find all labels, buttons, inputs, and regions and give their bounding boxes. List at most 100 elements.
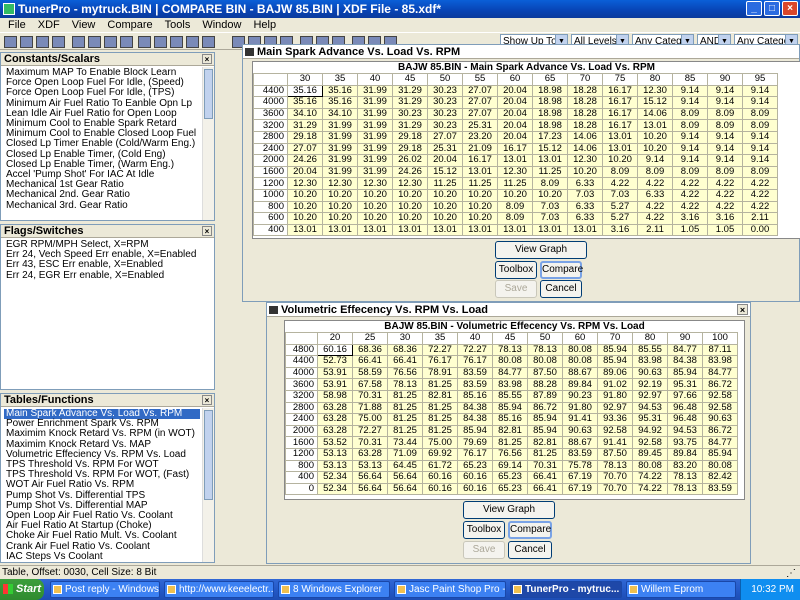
table-cell[interactable]: 70.31 [352,436,388,449]
table-cell[interactable]: 8.09 [672,119,708,132]
save-file-icon[interactable] [36,36,49,48]
table-cell[interactable]: 9.14 [672,84,708,98]
table-cell[interactable]: 71.88 [352,401,388,415]
table-cell[interactable]: 18.28 [567,107,603,121]
table-cell[interactable]: 86.72 [702,424,738,438]
table-cell[interactable]: 25.31 [427,142,463,156]
table-cell[interactable]: 9.14 [637,154,673,167]
ve-save-button[interactable]: Save [463,541,505,559]
table-cell[interactable]: 18.28 [567,119,603,132]
table-cell[interactable]: 83.20 [667,459,703,473]
table-cell[interactable]: 85.94 [597,355,633,368]
table-cell[interactable]: 91.41 [562,413,598,426]
table-cell[interactable]: 70.70 [597,482,633,496]
table-cell[interactable]: 35.16 [322,84,358,98]
table-cell[interactable]: 83.98 [702,355,738,368]
table-cell[interactable]: 87.50 [527,366,563,380]
table-cell[interactable]: 78.13 [597,459,633,473]
menu-xdf[interactable]: XDF [32,18,66,32]
table-cell[interactable]: 9.14 [672,96,708,109]
table-cell[interactable]: 88.67 [562,366,598,380]
table-cell[interactable]: 13.01 [637,119,673,132]
table-cell[interactable]: 60.16 [457,482,493,496]
table-cell[interactable]: 63.28 [317,424,353,438]
table-cell[interactable]: 81.25 [387,401,423,415]
table-cell[interactable]: 56.64 [387,482,423,496]
table-cell[interactable]: 9.14 [707,130,743,144]
table-cell[interactable]: 65.23 [492,482,528,496]
table-cell[interactable]: 63.28 [317,401,353,415]
table-cell[interactable]: 20.04 [497,96,533,109]
table-cell[interactable]: 92.58 [597,424,633,438]
table-cell[interactable]: 88.28 [527,378,563,391]
table-cell[interactable]: 31.99 [322,119,358,132]
table-cell[interactable]: 85.94 [492,401,528,415]
table-cell[interactable]: 20.04 [497,130,533,144]
open-file-icon[interactable] [20,36,33,48]
spark-save-button[interactable]: Save [495,280,537,298]
table-cell[interactable]: 10.20 [462,188,498,202]
table-cell[interactable]: 66.41 [527,482,563,496]
table-cell[interactable]: 81.25 [422,401,458,415]
table-cell[interactable]: 78.13 [387,378,423,391]
table-cell[interactable]: 68.36 [352,343,388,357]
ve-cancel-button[interactable]: Cancel [508,541,552,559]
table-cell[interactable]: 4.22 [672,188,708,202]
table-cell[interactable]: 31.99 [322,130,358,144]
table-cell[interactable]: 31.99 [357,165,393,179]
table-cell[interactable]: 7.03 [532,212,568,225]
table-cell[interactable]: 30.23 [392,107,428,121]
table-cell[interactable]: 64.45 [387,459,423,473]
table-cell[interactable]: 58.98 [317,389,353,403]
table-cell[interactable]: 4.22 [637,212,673,225]
table-cell[interactable]: 80.08 [562,355,598,368]
table-cell[interactable]: 16.17 [602,84,638,98]
minimize-button[interactable]: _ [746,1,762,16]
table-cell[interactable]: 20.04 [427,154,463,167]
add-function-icon[interactable] [202,36,215,48]
table-cell[interactable]: 8.09 [672,165,708,179]
table-cell[interactable]: 12.30 [637,84,673,98]
table-cell[interactable]: 34.10 [322,107,358,121]
table-cell[interactable]: 35.16 [287,96,323,109]
table-cell[interactable]: 13.01 [532,223,568,237]
table-cell[interactable]: 75.00 [422,436,458,449]
table-cell[interactable]: 81.25 [387,413,423,426]
table-cell[interactable]: 13.01 [462,223,498,237]
table-cell[interactable]: 91.02 [597,378,633,391]
table-cell[interactable]: 67.19 [562,482,598,496]
table-cell[interactable]: 9.14 [742,130,778,144]
table-cell[interactable]: 75.00 [352,413,388,426]
table-cell[interactable]: 31.99 [322,142,358,156]
table-cell[interactable]: 9.14 [672,130,708,144]
spark-cancel-button[interactable]: Cancel [540,280,582,298]
table-cell[interactable]: 80.08 [562,343,598,357]
table-cell[interactable]: 16.17 [462,154,498,167]
table-cell[interactable]: 88.67 [562,436,598,449]
table-cell[interactable]: 18.28 [567,96,603,109]
table-cell[interactable]: 72.27 [422,343,458,357]
table-cell[interactable]: 69.14 [492,459,528,473]
table-cell[interactable]: 80.08 [527,355,563,368]
table-cell[interactable]: 30.23 [427,84,463,98]
spark-view-graph-button[interactable]: View Graph [495,241,587,259]
table-cell[interactable]: 60.16 [422,482,458,496]
table-cell[interactable]: 66.41 [387,355,423,368]
table-cell[interactable]: 12.30 [497,165,533,179]
table-cell[interactable]: 93.75 [667,436,703,449]
table-cell[interactable]: 87.11 [702,343,738,357]
table-cell[interactable]: 6.33 [567,212,603,225]
table-cell[interactable]: 10.20 [462,200,498,214]
table-cell[interactable]: 20.04 [287,165,323,179]
table-cell[interactable]: 74.22 [632,482,668,496]
table-cell[interactable]: 18.28 [567,84,603,98]
table-cell[interactable]: 4.22 [602,177,638,190]
table-cell[interactable]: 10.20 [357,200,393,214]
table-cell[interactable]: 12.30 [392,177,428,190]
menu-file[interactable]: File [2,18,32,32]
table-cell[interactable]: 31.29 [392,84,428,98]
table-cell[interactable]: 13.01 [532,154,568,167]
scroll-thumb[interactable] [204,410,213,500]
table-cell[interactable]: 53.13 [317,459,353,473]
table-cell[interactable]: 76.56 [492,447,528,461]
